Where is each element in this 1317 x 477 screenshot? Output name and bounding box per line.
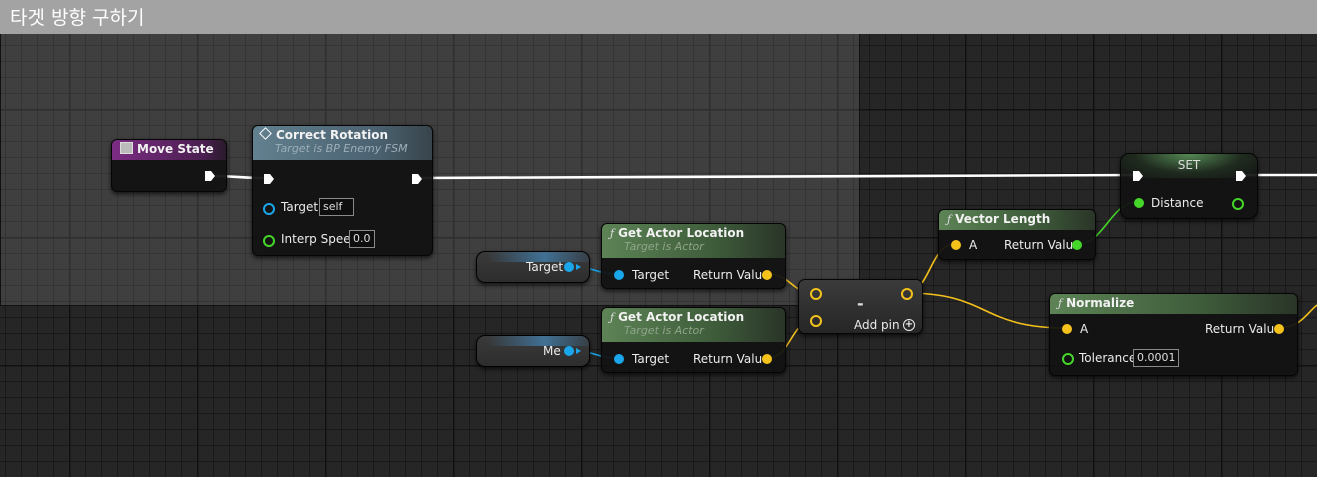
normalize-in-pin[interactable] xyxy=(1062,324,1072,334)
add-pin-label[interactable]: Add pin xyxy=(854,318,900,332)
me-variable-label: Me xyxy=(543,344,561,358)
correct-rotation-subtitle: Target is BP Enemy FSM xyxy=(275,142,408,155)
vector-length-node[interactable]: ƒ Vector Length A Return Value xyxy=(938,209,1096,260)
vector-length-in-label: A xyxy=(969,238,978,252)
subtract-b-pin[interactable] xyxy=(810,315,822,327)
comment-title[interactable]: 타겟 방향 구하기 xyxy=(0,0,1317,34)
tolerance-label: Tolerance xyxy=(1079,351,1137,365)
function-icon: ƒ xyxy=(1058,297,1063,310)
exec-out-pin[interactable] xyxy=(204,170,216,182)
target-in-pin[interactable] xyxy=(614,270,624,280)
move-state-node[interactable]: Move State xyxy=(111,139,227,192)
subtract-node[interactable]: - Add pin + xyxy=(798,279,923,334)
get-actor-location-node-2[interactable]: ƒ Get Actor Location Target is Actor Targ… xyxy=(601,307,786,373)
exec-in-pin[interactable] xyxy=(263,173,275,185)
normalize-header: ƒ Normalize xyxy=(1050,294,1297,314)
target-variable-node[interactable]: Target xyxy=(476,251,590,283)
get-actor-location-subtitle-2: Target is Actor xyxy=(624,324,704,337)
interp-speed-label: Interp Speed xyxy=(281,232,359,246)
set-node[interactable]: SET Distance xyxy=(1120,153,1258,219)
move-state-header: Move State xyxy=(112,140,226,160)
subtract-out-pin[interactable] xyxy=(901,288,913,300)
exec-out-pin[interactable] xyxy=(411,173,423,185)
distance-in-pin[interactable] xyxy=(1134,198,1144,208)
normalize-out-pin[interactable] xyxy=(1274,324,1284,334)
normalize-out-label: Return Value xyxy=(1205,322,1282,336)
set-title: SET xyxy=(1177,158,1201,172)
get-actor-location-title-1: Get Actor Location xyxy=(618,226,745,240)
exec-in-pin[interactable] xyxy=(1132,170,1144,182)
correct-rotation-title: Correct Rotation xyxy=(276,128,389,142)
event-icon xyxy=(120,142,133,154)
target-value-field[interactable]: self xyxy=(319,198,354,216)
subtract-symbol: - xyxy=(857,294,864,313)
return-value-pin[interactable] xyxy=(762,270,772,280)
correct-rotation-header: Correct Rotation Target is BP Enemy FSM xyxy=(253,126,432,160)
interp-speed-field[interactable]: 0.0 xyxy=(349,230,375,248)
move-state-title: Move State xyxy=(137,142,214,156)
return-value-pin[interactable] xyxy=(762,354,772,364)
function-icon: ƒ xyxy=(610,227,615,240)
target-variable-label: Target xyxy=(526,260,564,274)
function-diamond-icon xyxy=(259,127,272,140)
target-in-label: Target xyxy=(632,268,670,282)
vector-wire-sub-normalize xyxy=(905,292,1067,329)
function-icon: ƒ xyxy=(947,213,952,226)
vector-length-out-label: Return Value xyxy=(1004,238,1081,252)
normalize-title: Normalize xyxy=(1066,296,1135,310)
subtract-a-pin[interactable] xyxy=(810,288,822,300)
target-in-label: Target xyxy=(632,352,670,366)
distance-out-pin[interactable] xyxy=(1232,198,1244,210)
get-actor-location-header-1: ƒ Get Actor Location Target is Actor xyxy=(602,224,785,258)
vector-length-header: ƒ Vector Length xyxy=(939,210,1095,230)
target-pin-label: Target xyxy=(281,200,319,214)
target-in-pin[interactable] xyxy=(614,354,624,364)
correct-rotation-node[interactable]: Correct Rotation Target is BP Enemy FSM … xyxy=(252,125,433,256)
vector-length-in-pin[interactable] xyxy=(951,240,961,250)
tolerance-pin[interactable] xyxy=(1062,353,1074,365)
normalize-node[interactable]: ƒ Normalize A Return Value Tolerance 0.00… xyxy=(1049,293,1298,376)
return-value-label: Return Value xyxy=(693,268,770,282)
me-variable-out-pin[interactable] xyxy=(564,346,574,356)
me-variable-node[interactable]: Me xyxy=(476,335,590,367)
tolerance-field[interactable]: 0.0001 xyxy=(1133,349,1179,367)
target-pin[interactable] xyxy=(263,203,275,215)
normalize-in-label: A xyxy=(1080,322,1089,336)
vector-length-title: Vector Length xyxy=(955,212,1051,226)
distance-label: Distance xyxy=(1151,196,1204,210)
exec-out-pin[interactable] xyxy=(1235,170,1247,182)
get-actor-location-header-2: ƒ Get Actor Location Target is Actor xyxy=(602,308,785,342)
vector-length-out-pin[interactable] xyxy=(1072,240,1082,250)
get-actor-location-title-2: Get Actor Location xyxy=(618,310,745,324)
pin-arrow-icon xyxy=(576,264,581,270)
add-pin-icon[interactable]: + xyxy=(903,319,915,331)
return-value-label: Return Value xyxy=(693,352,770,366)
get-actor-location-subtitle-1: Target is Actor xyxy=(624,240,704,253)
target-variable-out-pin[interactable] xyxy=(564,262,574,272)
interp-speed-pin[interactable] xyxy=(263,235,275,247)
function-icon: ƒ xyxy=(610,311,615,324)
get-actor-location-node-1[interactable]: ƒ Get Actor Location Target is Actor Targ… xyxy=(601,223,786,289)
pin-arrow-icon xyxy=(576,348,581,354)
